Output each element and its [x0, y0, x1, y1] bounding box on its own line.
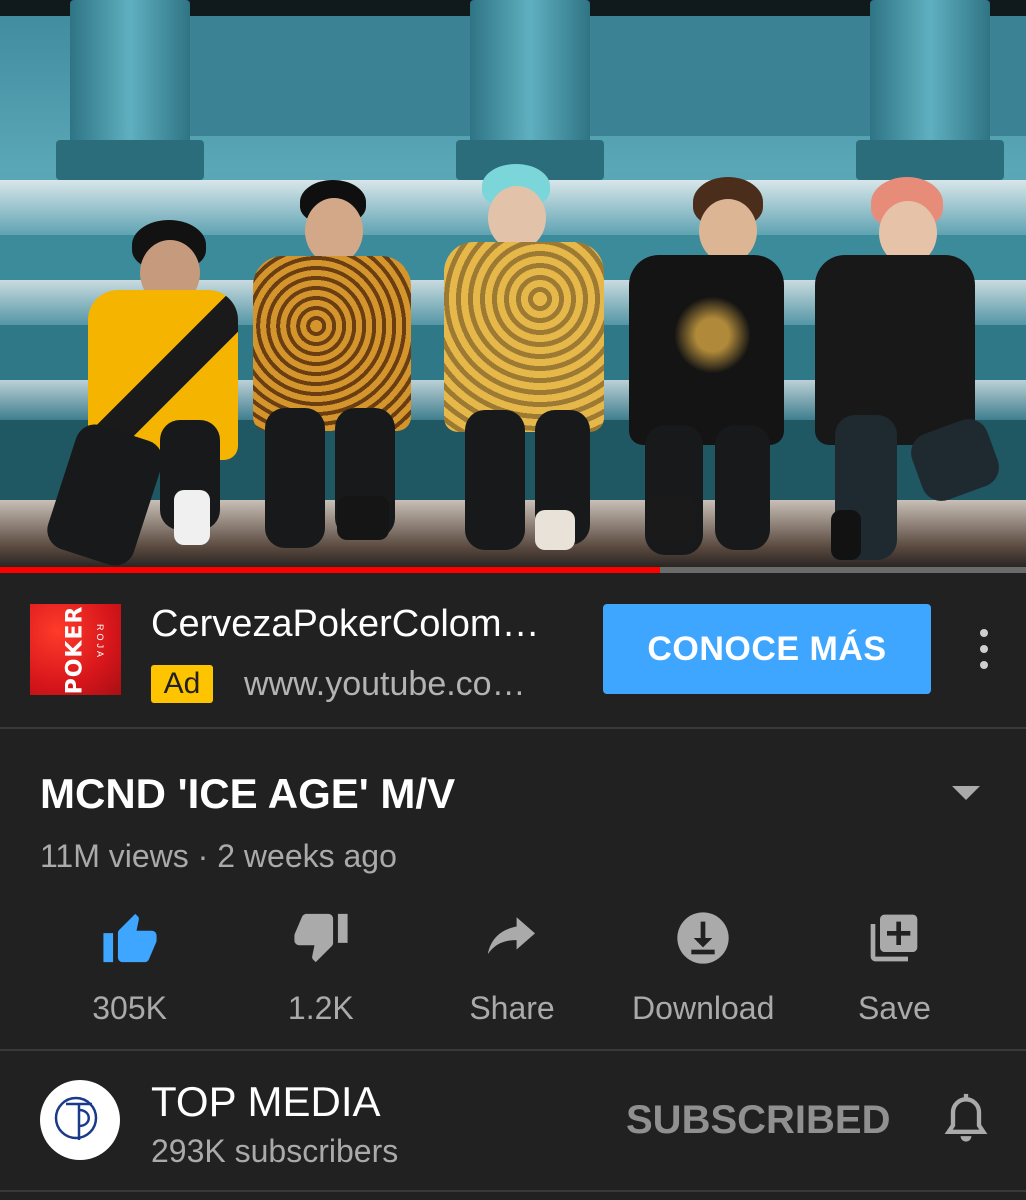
download-label: Download	[632, 990, 775, 1026]
save-label: Save	[857, 990, 931, 1026]
channel-name[interactable]: TOP MEDIA	[151, 1078, 381, 1126]
ad-logo-word: POKER	[62, 605, 88, 694]
section-divider	[0, 1049, 1026, 1051]
person-5	[805, 175, 1005, 565]
subscribed-button[interactable]: SUBSCRIBED	[626, 1098, 890, 1143]
dislike-button[interactable]: 1.2K	[225, 900, 416, 1030]
pillar-right	[856, 0, 1004, 180]
ad-logo[interactable]: POKER ROJA	[30, 604, 121, 695]
bell-icon[interactable]	[940, 1092, 992, 1150]
playlist-add-icon	[862, 906, 926, 970]
video-title: MCND 'ICE AGE' M/V	[40, 770, 456, 817]
thumb-up-icon	[98, 906, 162, 970]
ad-badge: Ad	[151, 665, 213, 703]
ad-title[interactable]: CervezaPokerColom…	[151, 603, 583, 646]
chevron-down-icon[interactable]	[946, 780, 986, 804]
download-icon	[671, 906, 735, 970]
more-vert-icon[interactable]	[964, 619, 1004, 679]
share-button[interactable]: Share	[416, 900, 607, 1030]
video-meta: 11M views · 2 weeks ago	[40, 838, 397, 874]
dislike-count: 1.2K	[287, 990, 354, 1026]
channel-subscribers: 293K subscribers	[151, 1133, 399, 1169]
ad-logo-sub: ROJA	[95, 624, 105, 661]
like-button[interactable]: 305K	[34, 900, 225, 1030]
like-count: 305K	[92, 990, 167, 1026]
person-2	[245, 178, 415, 558]
channel-logo-icon	[54, 1096, 98, 1140]
action-bar: 305K 1.2K Share Download Save	[34, 900, 990, 1030]
pillar-center	[456, 0, 604, 180]
person-4	[625, 175, 790, 560]
pillar-left	[56, 0, 204, 180]
share-label: Share	[469, 990, 555, 1026]
ad-cta-button[interactable]: CONOCE MÁS	[603, 604, 931, 694]
thumb-down-icon	[289, 906, 353, 970]
bottom-divider	[0, 1190, 1026, 1192]
video-player[interactable]	[0, 0, 1026, 567]
person-3	[440, 160, 610, 560]
share-icon	[480, 906, 544, 970]
ad-url[interactable]: www.youtube.co…	[244, 665, 554, 703]
person-1	[40, 220, 250, 567]
channel-avatar[interactable]	[40, 1080, 120, 1160]
download-button[interactable]: Download	[608, 900, 799, 1030]
ad-banner[interactable]: POKER ROJA CervezaPokerColom… Ad www.you…	[0, 573, 1026, 729]
save-button[interactable]: Save	[799, 900, 990, 1030]
